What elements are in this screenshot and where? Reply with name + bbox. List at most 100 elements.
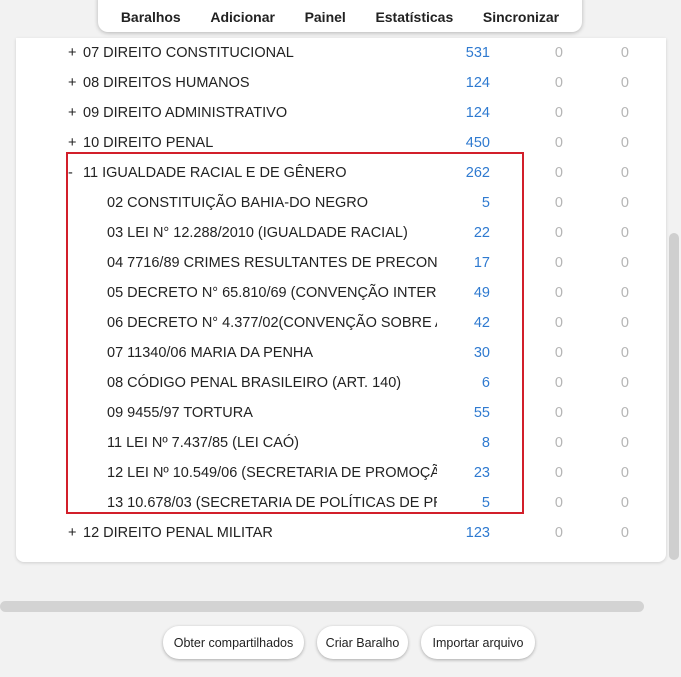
- deck-row[interactable]: 09 9455/97 TORTURA 55 0 0: [16, 398, 666, 428]
- import-file-button[interactable]: Importar arquivo: [421, 626, 535, 659]
- deck-name[interactable]: 07 11340/06 MARIA DA PENHA: [107, 338, 437, 368]
- expand-toggle[interactable]: +: [68, 98, 82, 128]
- new-count: 22: [473, 225, 490, 241]
- due-count: 0: [620, 465, 629, 481]
- due-count: 0: [620, 375, 629, 391]
- new-count: 531: [465, 45, 490, 61]
- nav-decks[interactable]: Baralhos: [121, 3, 181, 25]
- deck-name[interactable]: 09 DIREITO ADMINISTRATIVO: [83, 98, 453, 128]
- deck-row[interactable]: +07 DIREITO CONSTITUCIONAL 531 0 0: [16, 38, 666, 68]
- deck-row[interactable]: -11 IGUALDADE RACIAL E DE GÊNERO 262 0 0: [16, 158, 666, 188]
- deck-row[interactable]: 11 LEI Nº 7.437/85 (LEI CAÓ) 8 0 0: [16, 428, 666, 458]
- deck-row[interactable]: 04 7716/89 CRIMES RESULTANTES DE PRECONC…: [16, 248, 666, 278]
- new-count: 123: [465, 525, 490, 541]
- deck-list-panel: +07 DIREITO CONSTITUCIONAL 531 0 0 +08 DIREI…: [16, 38, 666, 562]
- due-count: 0: [620, 435, 629, 451]
- new-count: 262: [465, 165, 490, 181]
- nav-statistics[interactable]: Estatísticas: [375, 3, 453, 25]
- deck-name[interactable]: 13 10.678/03 (SECRETARIA DE POLÍTICAS DE…: [107, 488, 437, 518]
- deck-name[interactable]: 12 LEI Nº 10.549/06 (SECRETARIA DE PROMO…: [107, 458, 437, 488]
- expand-toggle[interactable]: +: [68, 38, 82, 68]
- deck-row[interactable]: +09 DIREITO ADMINISTRATIVO 124 0 0: [16, 98, 666, 128]
- get-shared-button[interactable]: Obter compartilhados: [163, 626, 304, 659]
- deck-name[interactable]: 12 DIREITO PENAL MILITAR: [83, 518, 453, 548]
- due-count: 0: [620, 105, 629, 121]
- due-count: 0: [620, 345, 629, 361]
- deck-name[interactable]: 11 IGUALDADE RACIAL E DE GÊNERO: [83, 158, 453, 188]
- due-count: 0: [620, 195, 629, 211]
- nav-sync[interactable]: Sincronizar: [483, 3, 559, 25]
- nav-add[interactable]: Adicionar: [210, 3, 275, 25]
- deck-name[interactable]: 11 LEI Nº 7.437/85 (LEI CAÓ): [107, 428, 437, 458]
- learn-count: 0: [554, 255, 563, 271]
- due-count: 0: [620, 255, 629, 271]
- expand-toggle[interactable]: +: [68, 68, 82, 98]
- deck-row[interactable]: +08 DIREITOS HUMANOS 124 0 0: [16, 68, 666, 98]
- nav-dashboard[interactable]: Painel: [305, 3, 346, 25]
- expand-toggle[interactable]: +: [68, 518, 82, 548]
- due-count: 0: [620, 495, 629, 511]
- learn-count: 0: [554, 165, 563, 181]
- learn-count: 0: [554, 135, 563, 151]
- learn-count: 0: [554, 465, 563, 481]
- learn-count: 0: [554, 285, 563, 301]
- learn-count: 0: [554, 345, 563, 361]
- deck-name[interactable]: 04 7716/89 CRIMES RESULTANTES DE PRECONC…: [107, 248, 437, 278]
- horizontal-scrollbar[interactable]: [0, 601, 644, 612]
- deck-name[interactable]: 07 DIREITO CONSTITUCIONAL: [83, 38, 453, 68]
- collapse-toggle[interactable]: -: [68, 158, 82, 188]
- deck-row[interactable]: 12 LEI Nº 10.549/06 (SECRETARIA DE PROMO…: [16, 458, 666, 488]
- learn-count: 0: [554, 405, 563, 421]
- new-count: 55: [473, 405, 490, 421]
- due-count: 0: [620, 75, 629, 91]
- deck-name[interactable]: 08 CÓDIGO PENAL BRASILEIRO (ART. 140): [107, 368, 437, 398]
- new-count: 450: [465, 135, 490, 151]
- deck-row[interactable]: 07 11340/06 MARIA DA PENHA 30 0 0: [16, 338, 666, 368]
- deck-name[interactable]: 09 9455/97 TORTURA: [107, 398, 437, 428]
- new-count: 23: [473, 465, 490, 481]
- due-count: 0: [620, 405, 629, 421]
- deck-name[interactable]: 10 DIREITO PENAL: [83, 128, 453, 158]
- due-count: 0: [620, 135, 629, 151]
- learn-count: 0: [554, 315, 563, 331]
- learn-count: 0: [554, 495, 563, 511]
- new-count: 8: [481, 435, 490, 451]
- create-deck-button[interactable]: Criar Baralho: [317, 626, 408, 659]
- top-navigation: Baralhos Adicionar Painel Estatísticas S…: [98, 0, 582, 32]
- learn-count: 0: [554, 195, 563, 211]
- deck-name[interactable]: 02 CONSTITUIÇÃO BAHIA-DO NEGRO: [107, 188, 437, 218]
- deck-row[interactable]: +10 DIREITO PENAL 450 0 0: [16, 128, 666, 158]
- new-count: 124: [465, 75, 490, 91]
- new-count: 5: [481, 195, 490, 211]
- learn-count: 0: [554, 45, 563, 61]
- deck-name[interactable]: 05 DECRETO N° 65.810/69 (CONVENÇÃO INTER…: [107, 278, 437, 308]
- due-count: 0: [620, 45, 629, 61]
- new-count: 30: [473, 345, 490, 361]
- new-count: 42: [473, 315, 490, 331]
- deck-row[interactable]: 03 LEI N° 12.288/2010 (IGUALDADE RACIAL)…: [16, 218, 666, 248]
- vertical-scrollbar[interactable]: [669, 233, 679, 560]
- learn-count: 0: [554, 225, 563, 241]
- deck-name[interactable]: 06 DECRETO N° 4.377/02(CONVENÇÃO SOBRE A…: [107, 308, 437, 338]
- expand-toggle[interactable]: +: [68, 128, 82, 158]
- deck-name[interactable]: 08 DIREITOS HUMANOS: [83, 68, 453, 98]
- deck-row[interactable]: 06 DECRETO N° 4.377/02(CONVENÇÃO SOBRE A…: [16, 308, 666, 338]
- deck-row[interactable]: 08 CÓDIGO PENAL BRASILEIRO (ART. 140) 6 0 0: [16, 368, 666, 398]
- learn-count: 0: [554, 75, 563, 91]
- new-count: 17: [473, 255, 490, 271]
- new-count: 6: [481, 375, 490, 391]
- deck-row[interactable]: +12 DIREITO PENAL MILITAR 123 0 0: [16, 518, 666, 548]
- due-count: 0: [620, 285, 629, 301]
- learn-count: 0: [554, 105, 563, 121]
- learn-count: 0: [554, 375, 563, 391]
- due-count: 0: [620, 165, 629, 181]
- deck-row[interactable]: 13 10.678/03 (SECRETARIA DE POLÍTICAS DE…: [16, 488, 666, 518]
- deck-row[interactable]: 02 CONSTITUIÇÃO BAHIA-DO NEGRO 5 0 0: [16, 188, 666, 218]
- due-count: 0: [620, 225, 629, 241]
- new-count: 5: [481, 495, 490, 511]
- learn-count: 0: [554, 435, 563, 451]
- deck-row[interactable]: 05 DECRETO N° 65.810/69 (CONVENÇÃO INTER…: [16, 278, 666, 308]
- learn-count: 0: [554, 525, 563, 541]
- deck-name[interactable]: 03 LEI N° 12.288/2010 (IGUALDADE RACIAL): [107, 218, 437, 248]
- new-count: 49: [473, 285, 490, 301]
